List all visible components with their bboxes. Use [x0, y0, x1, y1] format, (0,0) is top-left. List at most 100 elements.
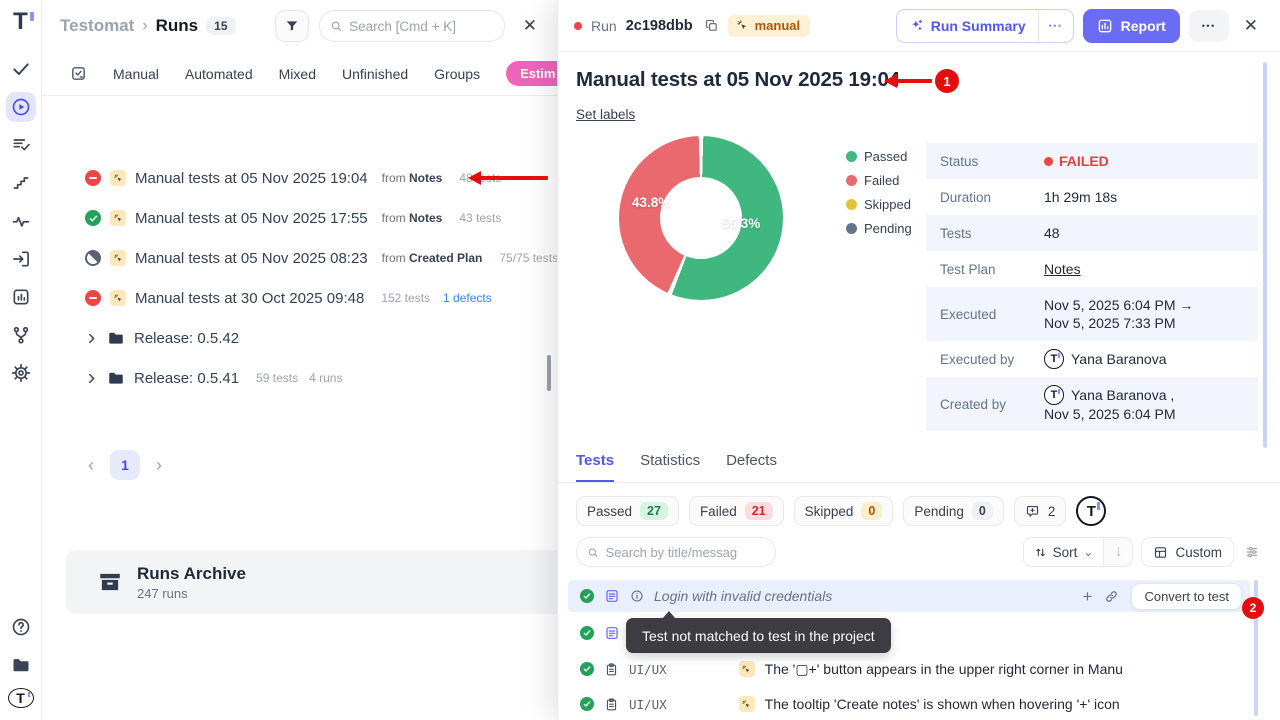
chart-legend: Passed Failed Skipped Pending [846, 149, 912, 245]
manual-badge[interactable]: manual [728, 15, 811, 37]
copy-icon[interactable] [704, 18, 719, 33]
tab-unfinished[interactable]: Unfinished [342, 66, 408, 82]
expand-chevron-icon[interactable] [85, 372, 98, 385]
test-tag: UI/UX [629, 662, 667, 677]
sort-button[interactable]: Sort ⌄ [1024, 538, 1104, 566]
run-summary-button[interactable]: Run Summary [897, 10, 1038, 42]
tab-statistics[interactable]: Statistics [640, 452, 700, 482]
tab-estimate-badge[interactable]: Estim [506, 61, 557, 86]
release-folder-row[interactable]: Release: 0.5.41 59 tests 4 runs [42, 358, 557, 398]
clipboard-icon [604, 697, 619, 712]
app-logo[interactable]: T [13, 10, 28, 34]
tab-groups[interactable]: Groups [434, 66, 480, 82]
help-icon[interactable] [6, 612, 36, 642]
info-icon [630, 589, 644, 603]
run-tests-count: 152 tests [381, 291, 430, 305]
report-button[interactable]: Report [1083, 9, 1180, 43]
activity-icon[interactable] [6, 206, 36, 236]
filter-button[interactable] [275, 10, 309, 42]
workspace-avatar[interactable]: T [8, 688, 34, 708]
tab-tests[interactable]: Tests [576, 452, 614, 482]
breadcrumb-project[interactable]: Testomat [60, 16, 134, 36]
page-1-button[interactable]: 1 [110, 450, 140, 480]
passed-check-icon [580, 626, 594, 640]
set-labels-link[interactable]: Set labels [576, 107, 635, 122]
test-row[interactable]: UI/UX The tooltip 'Create notes' is show… [568, 689, 1250, 719]
run-detail-panel: Run 2c198dbb manual Run Summary ••• Repo… [557, 0, 1280, 720]
tab-automated[interactable]: Automated [185, 66, 253, 82]
run-row[interactable]: Manual tests at 05 Nov 2025 08:23 from C… [42, 238, 557, 278]
run-defects-link[interactable]: 1 defects [443, 291, 492, 305]
search-icon [587, 546, 599, 559]
note-icon [604, 588, 620, 604]
chip-comments[interactable]: 2 [1014, 496, 1067, 526]
chip-failed[interactable]: Failed21 [689, 496, 784, 526]
sort-group: Sort ⌄ ↓ [1023, 537, 1134, 567]
chip-pending[interactable]: Pending0 [903, 496, 1004, 526]
detail-tabs: Tests Statistics Defects [558, 452, 1280, 483]
manual-cursor-icon [736, 19, 749, 32]
close-panel-button[interactable]: ✕ [1238, 12, 1264, 40]
run-id: 2c198dbb [626, 18, 693, 34]
clipboard-icon [604, 662, 619, 677]
tasks-icon[interactable] [6, 54, 36, 84]
runs-search[interactable] [319, 10, 505, 42]
test-plan-link[interactable]: Notes [1044, 260, 1081, 278]
folder-name: Release: 0.5.41 [134, 370, 239, 387]
expand-chevron-icon[interactable] [85, 332, 98, 345]
manual-run-icon [110, 250, 126, 266]
import-icon[interactable] [6, 244, 36, 274]
test-search-input[interactable] [606, 545, 765, 560]
test-search[interactable] [576, 537, 776, 567]
runs-filter-tabs: Manual Automated Mixed Unfinished Groups… [42, 52, 557, 96]
test-list-icon[interactable] [6, 130, 36, 160]
tab-mixed[interactable]: Mixed [279, 66, 316, 82]
pagination: ‹ 1 › [42, 450, 557, 480]
custom-columns-button[interactable]: Custom [1141, 537, 1234, 567]
link-icon[interactable] [1104, 589, 1119, 604]
branch-icon[interactable] [6, 320, 36, 350]
next-page-button[interactable]: › [156, 456, 162, 474]
assignee-avatar[interactable]: T [1076, 496, 1106, 526]
run-title: Manual tests at 05 Nov 2025 19:04 [135, 170, 368, 187]
run-row[interactable]: Manual tests at 30 Oct 2025 09:48 152 te… [42, 278, 557, 318]
report-chart-icon [1097, 18, 1113, 34]
runs-scrollbar[interactable] [547, 355, 551, 391]
run-summary-more-button[interactable]: ••• [1039, 10, 1073, 42]
failed-dot-icon [574, 22, 582, 30]
test-list-tools: Sort ⌄ ↓ Custom [576, 537, 1262, 567]
detail-row-status: Status FAILED [926, 143, 1258, 179]
chip-skipped[interactable]: Skipped0 [794, 496, 894, 526]
reports-icon[interactable] [6, 282, 36, 312]
add-icon[interactable]: + [1083, 588, 1093, 605]
chip-passed[interactable]: Passed27 [576, 496, 679, 526]
tab-manual[interactable]: Manual [113, 66, 159, 82]
settings-gear-icon[interactable] [6, 358, 36, 388]
tab-defects[interactable]: Defects [726, 452, 777, 482]
tooltip: Test not matched to test in the project [626, 618, 891, 653]
prev-page-button[interactable]: ‹ [88, 456, 94, 474]
table-icon [1153, 545, 1168, 560]
projects-folder-icon[interactable] [6, 650, 36, 680]
runs-archive-card[interactable]: Runs Archive 247 runs [66, 550, 557, 614]
test-row[interactable]: Login with invalid credentials + Convert… [568, 580, 1250, 612]
detail-scrollbar[interactable] [1263, 62, 1267, 448]
legend-item-skipped: Skipped [846, 197, 912, 212]
run-row[interactable]: Manual tests at 05 Nov 2025 17:55 from N… [42, 198, 557, 238]
sort-direction-button[interactable]: ↓ [1104, 538, 1132, 566]
test-row[interactable]: UI/UX The '▢+' button appears in the upp… [568, 654, 1250, 684]
view-settings-icon[interactable] [1242, 544, 1262, 560]
runs-icon[interactable] [6, 92, 36, 122]
run-detail-title: Manual tests at 05 Nov 2025 19:04 [576, 68, 900, 92]
steps-icon[interactable] [6, 168, 36, 198]
runs-search-input[interactable] [349, 19, 494, 34]
more-actions-button[interactable]: ••• [1189, 10, 1229, 42]
bulk-select-icon[interactable] [70, 65, 87, 82]
run-tests-count: 75/75 tests [499, 251, 557, 265]
run-label: Run [591, 18, 617, 34]
release-folder-row[interactable]: Release: 0.5.42 [42, 318, 557, 358]
annotation-badge-1: 1 [935, 69, 959, 93]
clear-search-button[interactable]: ✕ [515, 12, 545, 40]
user-avatar: T [1044, 385, 1064, 405]
convert-to-test-button[interactable]: Convert to test [1131, 583, 1242, 610]
